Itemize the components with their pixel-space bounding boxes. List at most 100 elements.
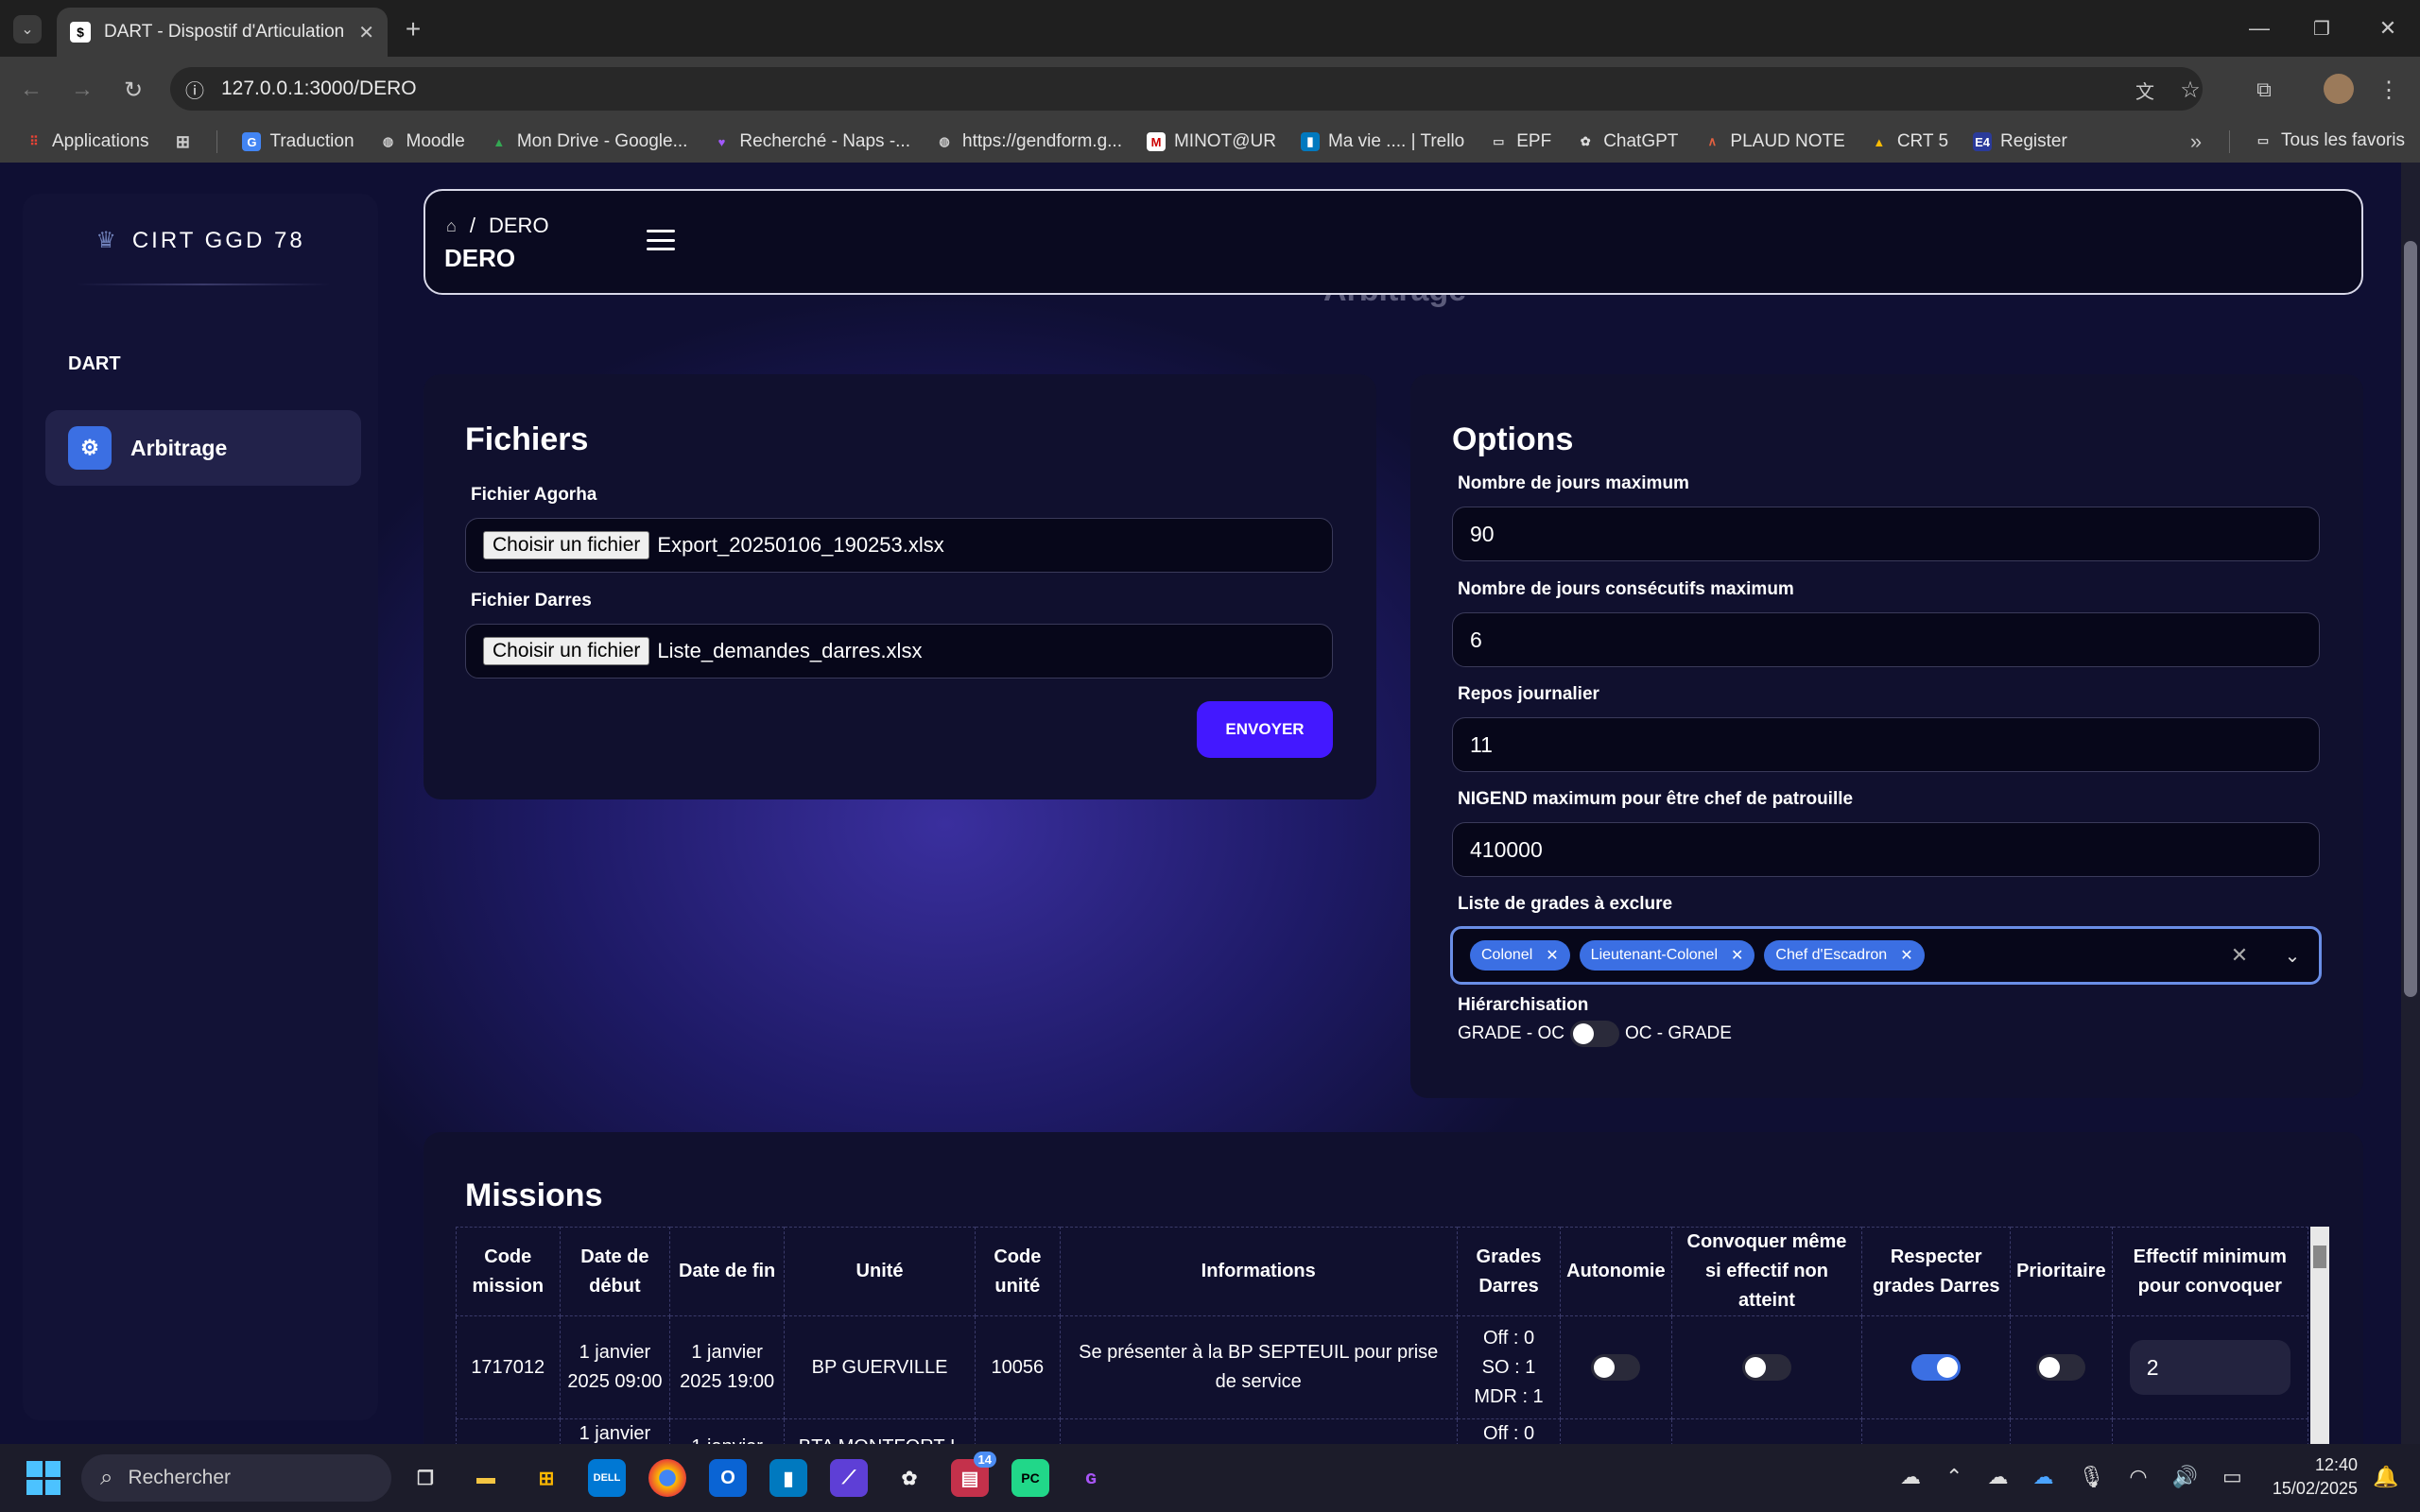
chrome-icon[interactable]	[648, 1459, 686, 1497]
github-icon[interactable]: ɢ	[1072, 1459, 1110, 1497]
prioritaire-toggle[interactable]	[2036, 1354, 2086, 1381]
bookmark-plaud[interactable]: ∧ PLAUD NOTE	[1703, 131, 1845, 152]
onedrive-blue-icon[interactable]: ☁	[2032, 1465, 2053, 1489]
file-explorer-icon[interactable]: ▬	[467, 1459, 505, 1497]
address-bar[interactable]: ⓘ 127.0.0.1:3000/DERO	[170, 67, 2203, 111]
volume-icon[interactable]: 🔊	[2172, 1465, 2198, 1489]
reload-icon[interactable]: ↻	[117, 74, 149, 106]
column-header[interactable]: Date de début	[559, 1227, 671, 1316]
bookmark-applications[interactable]: ⠿ Applications	[25, 131, 148, 152]
top-header	[424, 189, 2363, 295]
darres-file-input[interactable]: Choisir un fichier Liste_demandes_darres…	[465, 624, 1333, 679]
daily-rest-input[interactable]: 11	[1452, 717, 2320, 772]
notifications-bell-icon[interactable]: 🔔	[2373, 1465, 2398, 1489]
column-header[interactable]: Convoquer même si effectif non atteint	[1670, 1227, 1863, 1316]
max-consecutive-input[interactable]: 6	[1452, 612, 2320, 667]
column-header[interactable]: Informations	[1059, 1227, 1458, 1316]
column-header[interactable]: Autonomie	[1560, 1227, 1672, 1316]
brand-name: CIRT GGD 78	[131, 227, 305, 253]
column-header[interactable]: Unité	[783, 1227, 977, 1316]
close-tab-icon[interactable]: ✕	[358, 21, 374, 44]
hierarchy-toggle[interactable]	[1569, 1021, 1619, 1047]
sidebar-item-arbitrage[interactable]: ⚙ Arbitrage	[45, 410, 361, 486]
convoquer-toggle[interactable]	[1741, 1354, 1791, 1381]
outlook-icon[interactable]: O	[709, 1459, 747, 1497]
restore-icon[interactable]: ❐	[2303, 13, 2341, 43]
profile-avatar[interactable]	[2324, 74, 2354, 104]
breadcrumb-current[interactable]: DERO	[489, 214, 549, 238]
column-header[interactable]: Code mission	[456, 1227, 561, 1316]
bookmark-crt5[interactable]: ▲ CRT 5	[1870, 131, 1948, 152]
chevron-down-icon[interactable]: ⌄	[2278, 941, 2307, 970]
column-header[interactable]: Grades Darres	[1456, 1227, 1562, 1316]
browser-tab[interactable]: $ DART - Dispostif d'Articulation ✕	[57, 8, 388, 57]
column-header[interactable]: Date de fin	[669, 1227, 785, 1316]
translate-page-icon[interactable]: 文	[2129, 74, 2161, 106]
battery-icon[interactable]: ▭	[2222, 1465, 2242, 1489]
chat-app-icon[interactable]: ▤ 14	[951, 1452, 996, 1497]
clear-selection-icon[interactable]: ✕	[2225, 941, 2254, 970]
bookmark-grid[interactable]: ⊞	[173, 132, 192, 151]
trello-app-icon[interactable]: ▮	[769, 1459, 807, 1497]
microphone-icon[interactable]: 🎙	[2078, 1465, 2104, 1489]
column-header[interactable]: Code unité	[975, 1227, 1061, 1316]
extensions-icon[interactable]: ⧉	[2248, 74, 2280, 106]
wifi-icon[interactable]: ◠	[2129, 1465, 2147, 1489]
linear-icon[interactable]: ⟋	[830, 1459, 868, 1497]
task-view-icon[interactable]: ❐	[406, 1459, 444, 1497]
minimize-icon[interactable]: —	[2240, 13, 2278, 43]
bookmark-naps[interactable]: ♥ Recherché - Naps -...	[712, 131, 910, 152]
page-scrollbar-thumb[interactable]	[2404, 241, 2417, 997]
darres-choose-button[interactable]: Choisir un fichier	[483, 637, 650, 665]
remove-chip-icon[interactable]: ✕	[1546, 946, 1558, 965]
column-header[interactable]: Respecter grades Darres	[1861, 1227, 2012, 1316]
send-button[interactable]: ENVOYER	[1197, 701, 1333, 758]
effectif-input[interactable]: 2	[2129, 1340, 2290, 1395]
bookmark-drive[interactable]: ▲ Mon Drive - Google...	[490, 131, 687, 152]
bookmark-star-icon[interactable]: ☆	[2174, 74, 2206, 106]
bookmark-traduction[interactable]: G Traduction	[242, 131, 354, 152]
bookmark-trello[interactable]: ▮ Ma vie .... | Trello	[1300, 131, 1464, 152]
onedrive-icon[interactable]: ☁	[1987, 1465, 2008, 1489]
bookmark-gendform[interactable]: ◍ https://gendform.g...	[935, 131, 1122, 152]
remove-chip-icon[interactable]: ✕	[1731, 946, 1743, 965]
remove-chip-icon[interactable]: ✕	[1900, 946, 1912, 965]
site-info-icon[interactable]: ⓘ	[185, 76, 204, 103]
hamburger-menu-icon[interactable]	[647, 230, 675, 250]
tab-search-icon[interactable]: ⌄	[13, 15, 42, 43]
chatgpt-app-icon[interactable]: ✿	[890, 1459, 928, 1497]
new-tab-icon[interactable]: +	[397, 13, 429, 45]
bookmark-minotaur[interactable]: M MINOT@UR	[1146, 131, 1276, 152]
respecter-toggle[interactable]	[1911, 1354, 1962, 1381]
bookmark-chatgpt[interactable]: ✿ ChatGPT	[1576, 131, 1679, 152]
home-icon[interactable]: ⌂	[446, 216, 457, 236]
nigend-input[interactable]: 410000	[1452, 822, 2320, 877]
bookmark-register[interactable]: E4 Register	[1973, 131, 2067, 152]
browser-menu-icon[interactable]: ⋮	[2375, 74, 2403, 106]
bookmark-epf[interactable]: ▭ EPF	[1489, 131, 1551, 152]
max-days-input[interactable]: 90	[1452, 507, 2320, 561]
column-header[interactable]: Effectif minimum pour convoquer	[2111, 1227, 2308, 1316]
autonomie-toggle[interactable]	[1591, 1354, 1641, 1381]
bookmark-moodle[interactable]: ◍ Moodle	[379, 131, 465, 152]
sidebar-divider	[76, 284, 331, 285]
windows-start-icon[interactable]	[26, 1461, 60, 1495]
agorha-choose-button[interactable]: Choisir un fichier	[483, 531, 650, 559]
clock[interactable]: 12:40 15/02/2025	[2267, 1453, 2358, 1501]
column-header[interactable]: Prioritaire	[2010, 1227, 2113, 1316]
forward-icon[interactable]: →	[66, 74, 98, 106]
table-scrollbar-thumb[interactable]	[2313, 1246, 2326, 1268]
pycharm-icon[interactable]: PC	[1011, 1459, 1049, 1497]
all-bookmarks[interactable]: ▭ Tous les favoris	[2254, 130, 2405, 151]
exclude-grades-select[interactable]: Colonel ✕ Lieutenant-Colonel ✕ Chef d'Esca…	[1450, 926, 2322, 985]
sidebar-item-label: Arbitrage	[130, 435, 228, 460]
tray-overflow-icon[interactable]: ⌃	[1945, 1465, 1962, 1489]
store-icon[interactable]: ⊞	[527, 1459, 565, 1497]
dell-icon[interactable]: DELL	[588, 1459, 626, 1497]
more-bookmarks-icon[interactable]: »	[2184, 129, 2208, 155]
close-window-icon[interactable]: ✕	[2369, 13, 2407, 43]
taskbar-search[interactable]: ⌕ Rechercher	[81, 1454, 391, 1502]
back-icon[interactable]: ←	[15, 74, 47, 106]
weather-icon[interactable]: ☁	[1900, 1465, 1921, 1489]
agorha-file-input[interactable]: Choisir un fichier Export_20250106_19025…	[465, 518, 1333, 573]
